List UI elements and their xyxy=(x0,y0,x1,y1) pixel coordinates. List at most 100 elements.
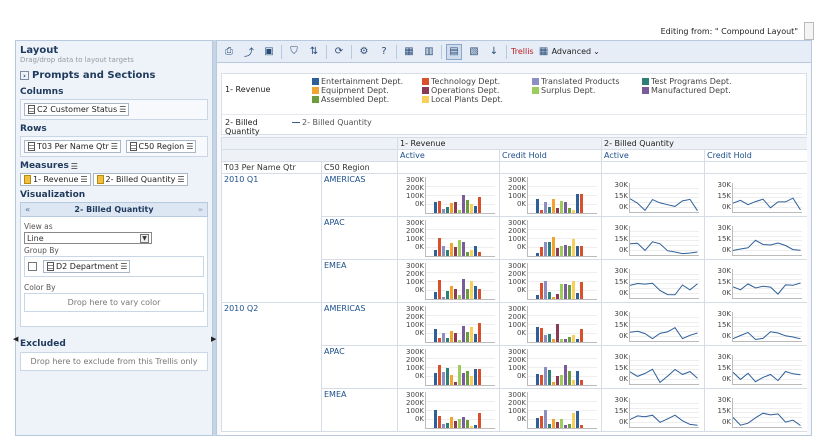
prompts-sections-toggle[interactable]: › Prompts and Sections xyxy=(16,64,212,83)
layout-icon[interactable]: ▧ xyxy=(466,44,482,60)
region-cell[interactable]: AMERICAS xyxy=(321,302,398,346)
sparkline-cell[interactable]: 30K 15K 0K xyxy=(601,388,706,432)
sparkline-cell[interactable]: 30K 15K 0K xyxy=(601,216,706,260)
region-cell[interactable]: APAC xyxy=(321,216,398,260)
tick-label: 15K xyxy=(717,407,732,415)
sparkline-cell[interactable]: 30K 15K 0K xyxy=(704,259,807,303)
trellis-label[interactable]: Trellis xyxy=(511,47,534,56)
collapse-left-icon[interactable]: ◀ xyxy=(13,335,18,343)
bar xyxy=(556,294,559,299)
qtr-cell[interactable]: 2010 Q1 xyxy=(221,173,322,303)
scrollbar[interactable] xyxy=(804,22,814,40)
axis-ticks: 300K 200K 100K 0K xyxy=(502,348,526,380)
properties-icon[interactable]: ⚙ xyxy=(356,44,372,60)
bar xyxy=(450,286,453,299)
filter-icon[interactable]: ⛉ xyxy=(286,44,302,60)
sparkbar-cell[interactable]: 300K 200K 100K 0K xyxy=(397,388,500,432)
bar xyxy=(556,376,559,385)
series-line xyxy=(733,239,801,251)
help-icon[interactable]: ? xyxy=(376,44,392,60)
sparkbar-cell[interactable]: 300K 200K 100K 0K xyxy=(498,259,603,303)
next-arrow-icon[interactable]: » xyxy=(198,205,203,214)
bar xyxy=(572,413,575,428)
sparkline-cell[interactable]: 30K 15K 0K xyxy=(601,345,706,389)
sparkbar-cell[interactable]: 300K 200K 100K 0K xyxy=(498,388,603,432)
qtr-cell[interactable]: 2010 Q2 xyxy=(221,302,322,432)
bar xyxy=(438,365,441,385)
measure-chip-revenue[interactable]: 1- Revenue ☰ xyxy=(20,173,91,186)
measure-icon xyxy=(96,175,104,184)
region-cell[interactable]: EMEA xyxy=(321,388,398,432)
menu-icon[interactable]: ☰ xyxy=(120,262,127,271)
sparkline-cell[interactable]: 30K 15K 0K xyxy=(704,388,807,432)
measure-chip-billed[interactable]: 2- Billed Quantity ☰ xyxy=(92,173,188,186)
save-icon[interactable]: ▣ xyxy=(261,44,277,60)
menu-icon[interactable]: ☰ xyxy=(177,175,184,184)
export-icon[interactable]: ⤴ xyxy=(241,44,257,60)
grid-view-icon[interactable]: ▤ xyxy=(446,43,462,60)
legend-item: Technology Dept. xyxy=(422,77,532,86)
table-icon[interactable]: ▦ xyxy=(401,44,417,60)
sparkbar-cell[interactable]: 300K 200K 100K 0K xyxy=(397,259,500,303)
col-header[interactable]: Credit Hold xyxy=(498,149,603,162)
group-by-checkbox[interactable] xyxy=(28,262,37,271)
sparkbar-cell[interactable]: 300K 200K 100K 0K xyxy=(397,302,500,346)
tick-label: 30K xyxy=(614,224,629,232)
line-plot xyxy=(732,398,803,428)
sparkbar-cell[interactable]: 300K 200K 100K 0K xyxy=(498,173,603,217)
bar xyxy=(544,281,547,299)
rows-dropzone[interactable]: T03 Per Name Qtr ☰ C50 Region ☰ xyxy=(20,136,208,157)
menu-icon[interactable]: ☰ xyxy=(80,175,87,184)
color-by-dropzone[interactable]: Drop here to vary color xyxy=(24,293,204,312)
series-line xyxy=(630,414,698,426)
view-as-select[interactable]: Line ▼ xyxy=(24,232,152,244)
excluded-dropzone[interactable]: Drop here to exclude from this Trellis o… xyxy=(20,352,208,371)
tick-label: 300K xyxy=(508,305,526,313)
sparkbar-cell[interactable]: 300K 200K 100K 0K xyxy=(397,173,500,217)
menu-icon[interactable]: ☰ xyxy=(71,162,78,171)
sparkbar-cell[interactable]: 300K 200K 100K 0K xyxy=(498,302,603,346)
measures-dropzone[interactable]: 1- Revenue ☰ 2- Billed Quantity ☰ xyxy=(16,173,212,186)
menu-icon[interactable]: ☰ xyxy=(111,142,118,151)
group-by-chip[interactable]: D2 Department ☰ xyxy=(43,260,131,273)
refresh-icon[interactable]: ⟳ xyxy=(331,44,347,60)
sparkline-cell[interactable]: 30K 15K 0K xyxy=(601,173,706,217)
bar xyxy=(544,202,547,213)
sort-desc-icon[interactable]: ↓ xyxy=(486,44,502,60)
menu-icon[interactable]: ☰ xyxy=(186,142,193,151)
region-cell[interactable]: EMEA xyxy=(321,259,398,303)
row-header-qtr[interactable]: T03 Per Name Qtr xyxy=(221,161,322,174)
axis-ticks: 300K 200K 100K 0K xyxy=(502,176,526,208)
sparkline-cell[interactable]: 30K 15K 0K xyxy=(601,302,706,346)
col-header[interactable]: Credit Hold xyxy=(704,149,807,162)
row-header-region[interactable]: C50 Region xyxy=(321,161,398,174)
print-icon[interactable]: ⎙ xyxy=(221,44,237,60)
sparkline-cell[interactable]: 30K 15K 0K xyxy=(704,173,807,217)
row-chip-qtr[interactable]: T03 Per Name Qtr ☰ xyxy=(24,140,121,153)
axis-ticks: 300K 200K 100K 0K xyxy=(400,305,424,337)
sparkbar-cell[interactable]: 300K 200K 100K 0K xyxy=(397,345,500,389)
row-chip-region[interactable]: C50 Region ☰ xyxy=(125,140,197,153)
sparkline-cell[interactable]: 30K 15K 0K xyxy=(704,216,807,260)
sparkline-cell[interactable]: 30K 15K 0K xyxy=(704,345,807,389)
column-chip[interactable]: C2 Customer Status ☰ xyxy=(24,103,130,116)
sparkline-cell[interactable]: 30K 15K 0K xyxy=(704,302,807,346)
chart-icon[interactable]: ▥ xyxy=(421,44,437,60)
sparkline-cell[interactable]: 30K 15K 0K xyxy=(601,259,706,303)
col-header[interactable]: Active xyxy=(601,149,706,162)
region-cell[interactable]: AMERICAS xyxy=(321,173,398,217)
advanced-menu[interactable]: ▦ Advanced ⌄ xyxy=(538,46,600,58)
sort-icon[interactable]: ⇅ xyxy=(306,44,322,60)
bar xyxy=(560,201,563,213)
menu-icon[interactable]: ☰ xyxy=(119,105,126,114)
col-header[interactable]: Active xyxy=(397,149,500,162)
previous-arrow-icon[interactable]: « xyxy=(25,205,30,214)
sparkbar-cell[interactable]: 300K 200K 100K 0K xyxy=(397,216,500,260)
sparkbar-cell[interactable]: 300K 200K 100K 0K xyxy=(498,216,603,260)
layout-hint: Drag/drop data to layout targets xyxy=(20,56,134,64)
bar xyxy=(552,419,555,428)
legend-billed-item-label: 2- Billed Quantity xyxy=(302,118,372,127)
columns-dropzone[interactable]: C2 Customer Status ☰ xyxy=(20,99,208,120)
region-cell[interactable]: APAC xyxy=(321,345,398,389)
sparkbar-cell[interactable]: 300K 200K 100K 0K xyxy=(498,345,603,389)
